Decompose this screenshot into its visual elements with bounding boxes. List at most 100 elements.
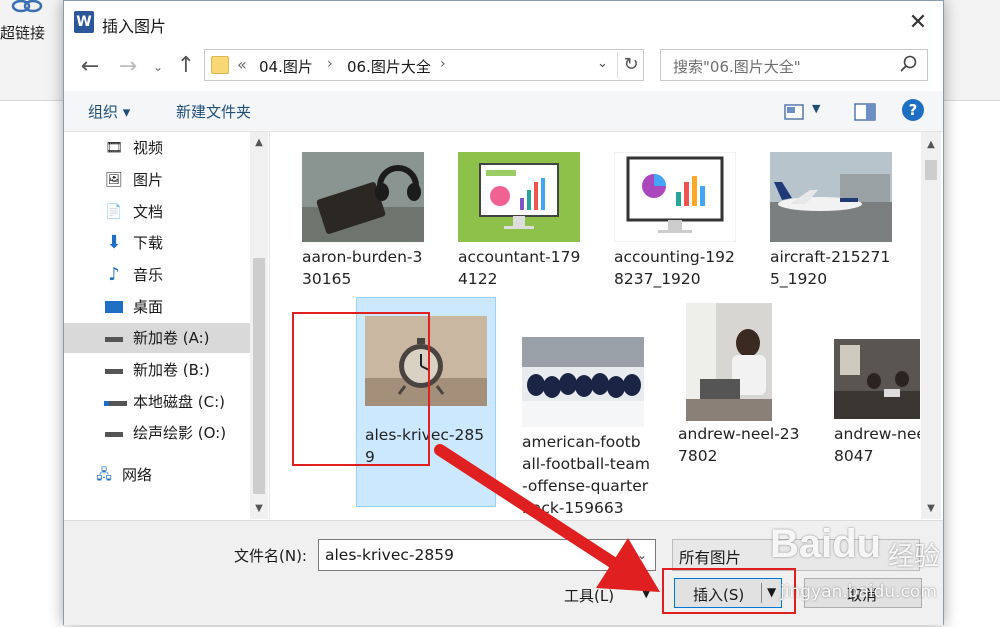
file-item[interactable]: andrew-neel-288047 (826, 297, 920, 497)
file-name: aircraft-2152715_1920 (770, 248, 891, 288)
forward-arrow-icon[interactable]: → (116, 55, 140, 79)
file-thumbnail (458, 152, 580, 242)
filename-input[interactable]: ales-krivec-2859 ⌄ (318, 539, 656, 571)
dialog-title: 插入图片 (102, 17, 167, 36)
up-arrow-icon[interactable]: ↑ (174, 53, 198, 79)
file-thumbnail (614, 152, 736, 242)
navigation-pane: 🎞 视频 🖼 图片 📄 文档 ⬇ 下载 ♪ 音乐 桌面 新加卷 (A:) 新加卷… (64, 132, 270, 519)
file-name: aaron-burden-330165 (302, 248, 423, 288)
scroll-up-arrow-icon[interactable]: ▲ (250, 134, 268, 152)
file-item[interactable]: american-football-football-team-offense-… (514, 297, 652, 517)
nav-item-label: 下载 (133, 234, 164, 252)
nav-item-drive-b[interactable]: 新加卷 (B:) (64, 355, 254, 385)
search-icon[interactable] (899, 54, 919, 74)
address-overflow-icon[interactable]: « (237, 55, 247, 74)
nav-item-label: 绘声绘影 (O:) (133, 424, 227, 442)
nav-item-downloads[interactable]: ⬇ 下载 (64, 228, 254, 258)
file-name: american-football-football-team-offense-… (522, 433, 650, 517)
close-button[interactable]: ✕ (904, 9, 932, 37)
watermark-cn-text: 经验 (888, 542, 941, 572)
command-bar: 组织 ▾ 新建文件夹 ▼ ? (64, 91, 943, 132)
nav-pane-scrollbar[interactable]: ▲ ▼ (250, 132, 268, 519)
file-thumbnail (686, 303, 772, 421)
nav-item-documents[interactable]: 📄 文档 (64, 197, 254, 227)
breadcrumb-item[interactable]: 06.图片大全 (347, 56, 431, 77)
download-icon: ⬇ (106, 232, 122, 253)
drive-icon (104, 424, 124, 442)
file-item[interactable]: andrew-neel-237802 (670, 297, 808, 497)
file-thumbnail (770, 152, 892, 242)
video-icon: 🎞 (105, 140, 123, 156)
documents-icon: 📄 (105, 204, 123, 220)
nav-item-label: 新加卷 (A:) (133, 329, 210, 347)
nav-item-videos[interactable]: 🎞 视频 (64, 133, 254, 163)
nav-item-label: 网络 (122, 466, 153, 484)
scrollbar-thumb[interactable] (253, 258, 265, 494)
nav-item-drive-o[interactable]: 绘声绘影 (O:) (64, 418, 254, 448)
watermark-brand: Baidu (770, 522, 882, 566)
file-thumbnail (834, 339, 920, 419)
breadcrumb-separator-icon[interactable]: › (327, 56, 333, 72)
pictures-icon: 🖼 (105, 172, 123, 188)
music-icon: ♪ (108, 264, 120, 285)
file-name: andrew-neel-288047 (834, 425, 920, 465)
file-thumbnail (522, 337, 644, 427)
change-view-button[interactable]: ▼ (784, 101, 830, 123)
nav-item-label: 桌面 (133, 298, 164, 316)
watermark-url: jingyan.baidu.com (780, 582, 937, 602)
search-input[interactable]: 搜索"06.图片大全" (660, 49, 928, 81)
nav-item-network[interactable]: 🖧 网络 (64, 460, 254, 490)
desktop-icon (104, 298, 124, 316)
nav-item-pictures[interactable]: 🖼 图片 (64, 165, 254, 195)
selected-file-highlight (292, 312, 430, 466)
scrollbar-thumb[interactable] (925, 160, 937, 180)
network-icon: 🖧 (96, 467, 112, 483)
filename-dropdown-icon[interactable]: ⌄ (637, 548, 647, 562)
title-bar: W 插入图片 ✕ (64, 1, 943, 45)
tools-dropdown-icon[interactable]: ▼ (642, 587, 650, 600)
file-list-scrollbar[interactable]: ▲ ▼ (921, 132, 941, 519)
nav-item-label: 本地磁盘 (C:) (133, 393, 225, 411)
view-icon (784, 104, 804, 120)
breadcrumb-separator-icon[interactable]: › (440, 56, 446, 72)
nav-item-label: 图片 (133, 171, 164, 189)
view-dropdown-icon: ▼ (812, 102, 821, 115)
nav-item-drive-c[interactable]: 本地磁盘 (C:) (64, 387, 254, 417)
tools-button[interactable]: 工具(L) (564, 585, 614, 606)
hyperlink-label[interactable]: 超链接 (0, 22, 45, 43)
file-name: accountant-1794122 (458, 248, 581, 288)
drive-icon (104, 361, 124, 379)
filename-label: 文件名(N): (234, 547, 307, 565)
nav-item-drive-a[interactable]: 新加卷 (A:) (64, 323, 254, 353)
new-folder-button[interactable]: 新建文件夹 (176, 101, 251, 122)
breadcrumb-item[interactable]: 04.图片 (259, 56, 313, 77)
help-icon[interactable]: ? (902, 99, 924, 121)
scroll-down-arrow-icon[interactable]: ▼ (250, 500, 268, 518)
folder-icon (211, 56, 229, 74)
back-arrow-icon[interactable]: ← (78, 55, 102, 79)
address-dropdown-icon[interactable]: ⌄ (597, 56, 608, 71)
baidu-jingyan-watermark: Baidu 经验 jingyan.baidu.com (770, 512, 1000, 612)
file-type-filter-value: 所有图片 (679, 549, 742, 567)
search-placeholder: 搜索"06.图片大全" (673, 58, 801, 76)
nav-item-label: 音乐 (133, 266, 164, 284)
nav-item-music[interactable]: ♪ 音乐 (64, 260, 254, 290)
scroll-up-arrow-icon[interactable]: ▲ (921, 136, 941, 154)
nav-item-label: 视频 (133, 139, 164, 157)
system-drive-icon (104, 393, 127, 411)
organize-button[interactable]: 组织 ▾ (88, 101, 130, 122)
refresh-icon[interactable]: ↻ (617, 52, 644, 78)
file-name: andrew-neel-237802 (678, 425, 800, 465)
file-name: accounting-1928237_1920 (614, 248, 735, 288)
preview-pane-icon[interactable] (854, 101, 876, 123)
nav-item-label: 文档 (133, 203, 164, 221)
file-thumbnail (302, 152, 424, 242)
nav-item-label: 新加卷 (B:) (133, 361, 210, 379)
recent-locations-chevron-icon[interactable]: ⌄ (150, 57, 166, 77)
drive-icon (104, 329, 124, 347)
hyperlink-icon[interactable] (10, 0, 44, 16)
filename-value: ales-krivec-2859 (325, 546, 454, 564)
word-app-icon: W (74, 11, 94, 33)
address-bar[interactable]: « 04.图片 › 06.图片大全 › ⌄ ↻ (204, 49, 644, 81)
nav-item-desktop[interactable]: 桌面 (64, 292, 254, 322)
